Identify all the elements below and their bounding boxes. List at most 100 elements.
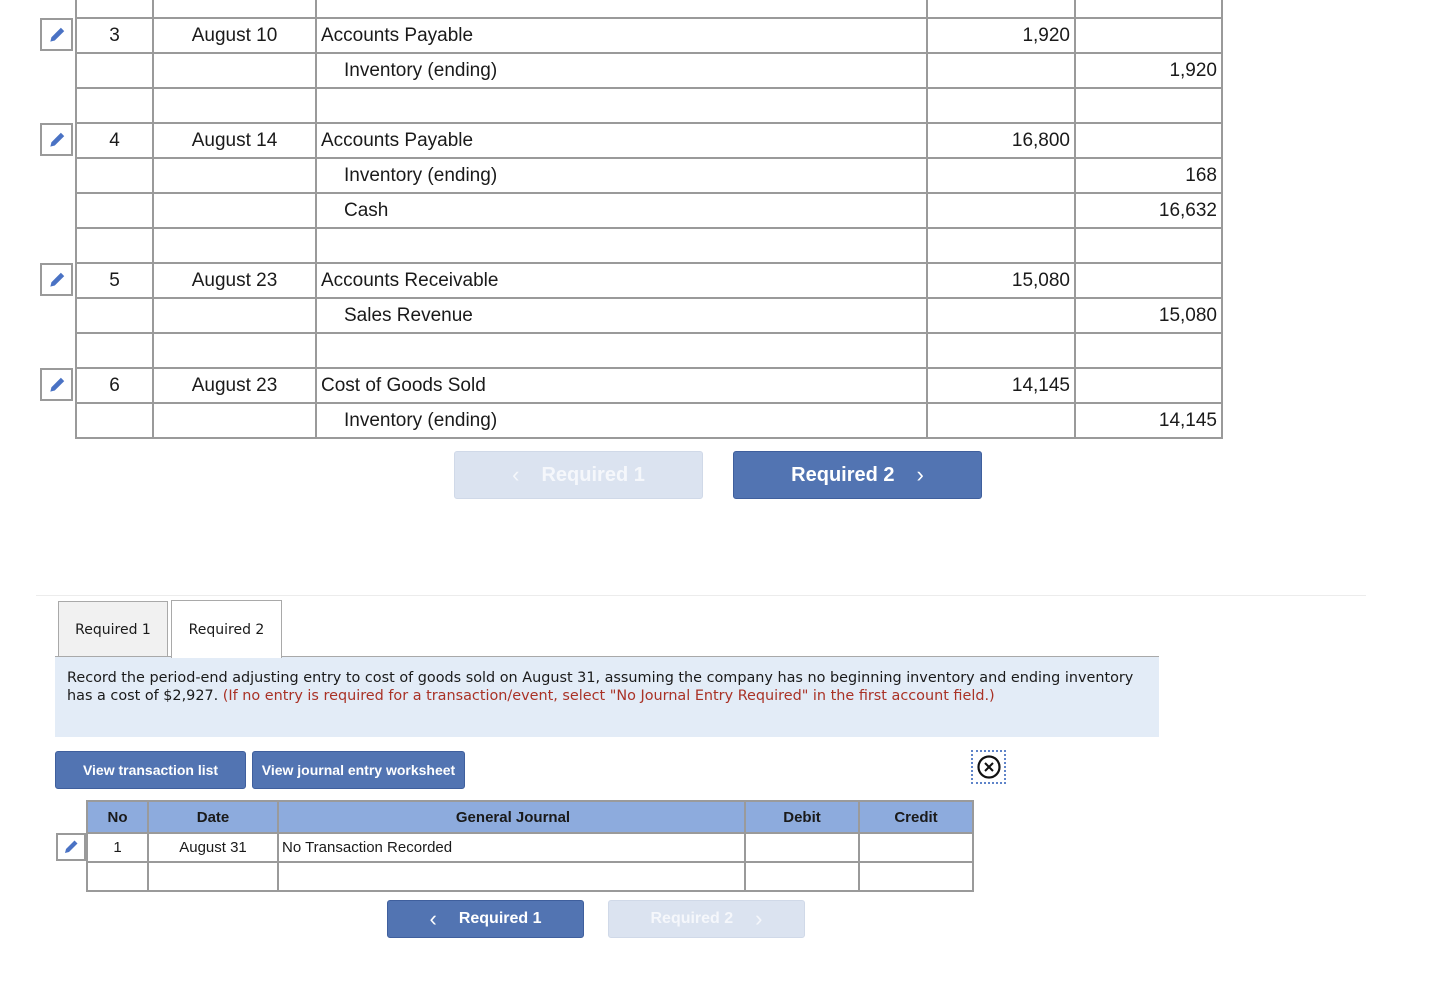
previous-required-1-button[interactable]: ‹ Required 1 — [454, 451, 703, 499]
entry-no — [75, 192, 154, 229]
next-button-label: Required 2 — [650, 910, 734, 927]
view-journal-entry-worksheet-button[interactable]: View journal entry worksheet — [252, 751, 465, 789]
table-row: Sales Revenue 15,080 — [40, 297, 1223, 334]
entry-account — [315, 87, 928, 124]
table-row: 3 August 10 Accounts Payable 1,920 — [40, 17, 1223, 54]
entry-account: Accounts Receivable — [315, 262, 928, 299]
entry-no — [75, 157, 154, 194]
edit-cell — [40, 403, 76, 438]
table-row — [40, 87, 1223, 124]
next-required-2-button-bottom[interactable]: Required 2 › — [608, 900, 805, 938]
next-required-2-button[interactable]: Required 2 › — [733, 451, 982, 499]
edit-entry-button[interactable] — [40, 368, 73, 401]
entry-date: August 10 — [152, 17, 317, 54]
entry-account: Accounts Payable — [315, 122, 928, 159]
edit-cell — [40, 158, 76, 193]
entry-account: Cash — [315, 192, 928, 229]
entry-credit: 168 — [1074, 157, 1223, 194]
entry-date — [152, 402, 317, 439]
edit-entry-button[interactable] — [40, 123, 73, 156]
view-transaction-list-button[interactable]: View transaction list — [55, 751, 246, 789]
entry-date: August 31 — [147, 832, 279, 863]
entry-date — [152, 332, 317, 369]
table-row — [40, 227, 1223, 264]
column-header-date: Date — [147, 800, 279, 834]
entry-debit: 14,145 — [926, 367, 1076, 404]
entry-date — [152, 52, 317, 89]
entry-account: Cost of Goods Sold — [315, 367, 928, 404]
table-row — [40, 0, 1223, 19]
clear-entries-button[interactable] — [971, 750, 1006, 784]
entry-no — [75, 227, 154, 264]
entry-credit — [1074, 227, 1223, 264]
table-row: 6 August 23 Cost of Goods Sold 14,145 — [40, 367, 1223, 404]
entry-debit — [926, 52, 1076, 89]
entry-debit: 1,920 — [926, 17, 1076, 54]
edit-cell — [40, 228, 76, 263]
entry-credit: 15,080 — [1074, 297, 1223, 334]
previous-required-1-button-bottom[interactable]: ‹ Required 1 — [387, 900, 584, 938]
journal-entries-table: 3 August 10 Accounts Payable 1,920 Inventory… — [40, 0, 1223, 439]
entry-credit — [1074, 122, 1223, 159]
pencil-icon — [49, 272, 64, 287]
entry-debit — [926, 332, 1076, 369]
column-header-debit: Debit — [744, 800, 860, 834]
table-row: Cash 16,632 — [40, 192, 1223, 229]
entry-debit — [926, 402, 1076, 439]
edit-cell — [56, 833, 87, 862]
entry-debit — [926, 192, 1076, 229]
edit-entry-button[interactable] — [40, 18, 73, 51]
edit-entry-button[interactable] — [56, 833, 86, 861]
pencil-icon — [49, 132, 64, 147]
chevron-right-icon: › — [755, 906, 763, 931]
edit-cell — [56, 862, 87, 891]
table-row: Inventory (ending) 14,145 — [40, 402, 1223, 439]
chevron-left-icon: ‹ — [512, 462, 520, 487]
entry-date — [152, 297, 317, 334]
entry-debit: 15,080 — [926, 262, 1076, 299]
next-button-label: Required 2 — [791, 463, 895, 486]
previous-button-label: Required 1 — [541, 463, 645, 486]
entry-no — [75, 52, 154, 89]
entry-date: August 23 — [152, 262, 317, 299]
entry-debit — [744, 861, 860, 892]
entry-no — [86, 861, 149, 892]
table-row: 1 August 31 No Transaction Recorded — [56, 832, 974, 863]
entry-no — [75, 332, 154, 369]
entry-credit — [1074, 332, 1223, 369]
entry-no — [75, 297, 154, 334]
edit-cell — [40, 123, 76, 158]
entry-credit — [858, 861, 974, 892]
tab-required-1[interactable]: Required 1 — [58, 601, 168, 657]
entry-debit: 16,800 — [926, 122, 1076, 159]
entry-no: 4 — [75, 122, 154, 159]
edit-column-header — [56, 801, 87, 833]
edit-cell — [40, 0, 76, 18]
entry-credit — [1074, 262, 1223, 299]
table-row: 5 August 23 Accounts Receivable 15,080 — [40, 262, 1223, 299]
entry-credit: 16,632 — [1074, 192, 1223, 229]
entry-credit: 14,145 — [1074, 402, 1223, 439]
edit-cell — [40, 333, 76, 368]
entry-no: 6 — [75, 367, 154, 404]
entry-date — [152, 157, 317, 194]
edit-cell — [40, 88, 76, 123]
edit-entry-button[interactable] — [40, 263, 73, 296]
entry-credit — [1074, 87, 1223, 124]
entry-date: August 14 — [152, 122, 317, 159]
table-row — [40, 332, 1223, 369]
general-journal-table: No Date General Journal Debit Credit 1 A… — [56, 800, 974, 892]
table-row: 4 August 14 Accounts Payable 16,800 — [40, 122, 1223, 159]
table-row: Inventory (ending) 168 — [40, 157, 1223, 194]
entry-no — [75, 402, 154, 439]
entry-debit — [926, 297, 1076, 334]
pencil-icon — [49, 27, 64, 42]
entry-debit — [926, 87, 1076, 124]
tab-required-2[interactable]: Required 2 — [171, 600, 282, 658]
entry-account: Accounts Payable — [315, 17, 928, 54]
entry-date — [147, 861, 279, 892]
chevron-left-icon: ‹ — [429, 906, 437, 931]
edit-cell — [40, 53, 76, 88]
chevron-right-icon: › — [916, 462, 924, 487]
pencil-icon — [49, 377, 64, 392]
